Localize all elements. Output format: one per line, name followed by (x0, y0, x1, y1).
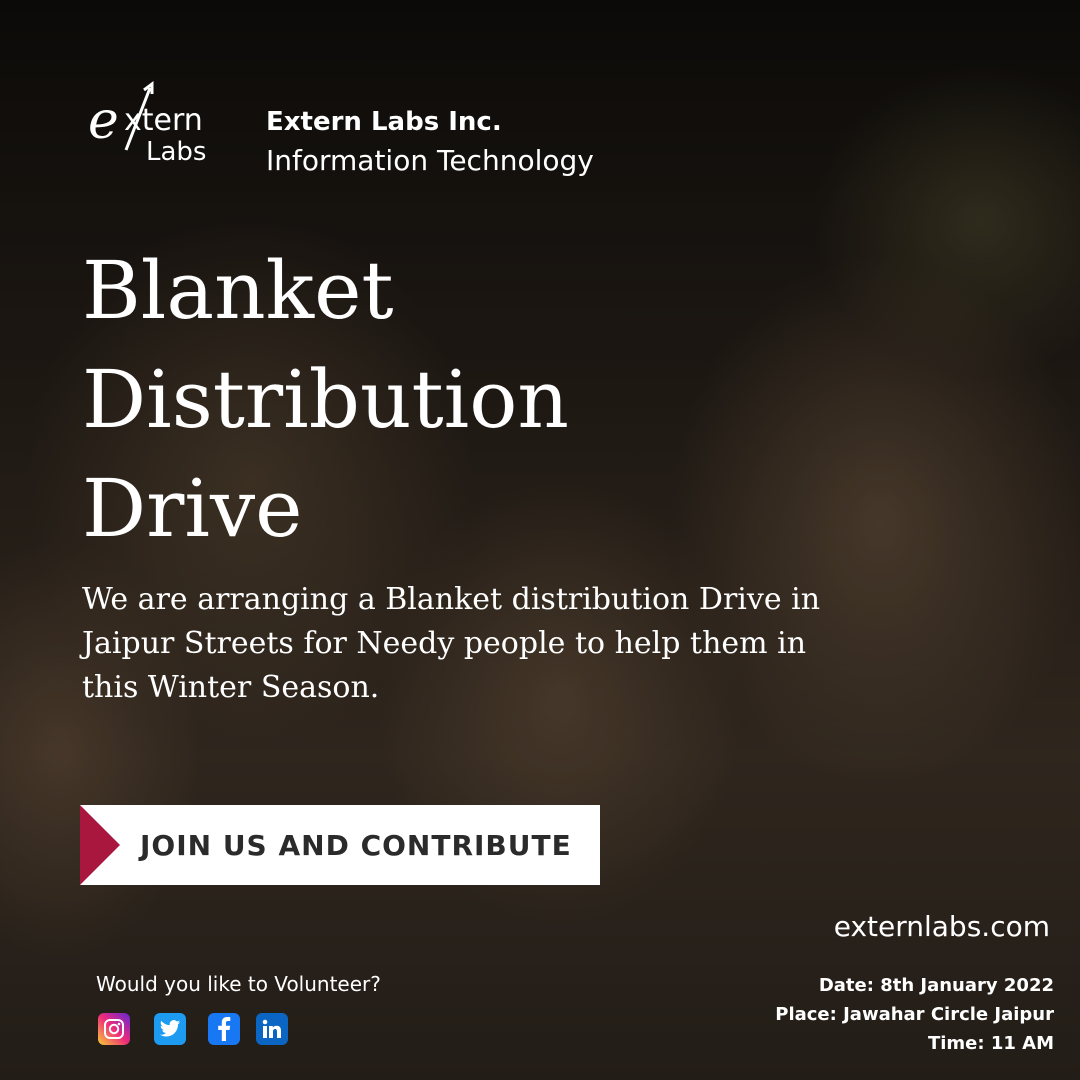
headline-line: Distribution (82, 353, 569, 446)
brand-subtitle: Information Technology (266, 144, 594, 177)
extern-labs-logo: e xtern Labs (88, 81, 206, 167)
volunteer-prompt: Would you like to Volunteer? (96, 972, 381, 996)
website-link[interactable]: externlabs.com (834, 910, 1050, 943)
svg-text:e: e (88, 91, 119, 151)
linkedin-icon[interactable] (256, 1013, 288, 1045)
twitter-icon[interactable] (154, 1013, 186, 1045)
instagram-icon[interactable] (98, 1013, 130, 1045)
poster: e xtern Labs Extern Labs Inc. Informatio… (0, 0, 1080, 1080)
join-us-label: JOIN US AND CONTRIBUTE (140, 828, 572, 862)
headline: Blanket Distribution Drive (82, 236, 782, 563)
event-date: Date: 8th January 2022 (818, 975, 1054, 996)
join-us-button[interactable]: JOIN US AND CONTRIBUTE (80, 805, 600, 885)
description: We are arranging a Blanket distribution … (82, 582, 821, 705)
headline-line: Drive (82, 462, 303, 555)
event-place: Place: Jawahar Circle Jaipur (775, 1004, 1054, 1025)
svg-text:Labs: Labs (146, 137, 206, 167)
facebook-icon[interactable] (208, 1013, 240, 1045)
arrow-icon (80, 805, 120, 885)
brand-name: Extern Labs Inc. (266, 107, 502, 137)
headline-line: Blanket (82, 244, 394, 337)
event-time: Time: 11 AM (927, 1033, 1054, 1054)
